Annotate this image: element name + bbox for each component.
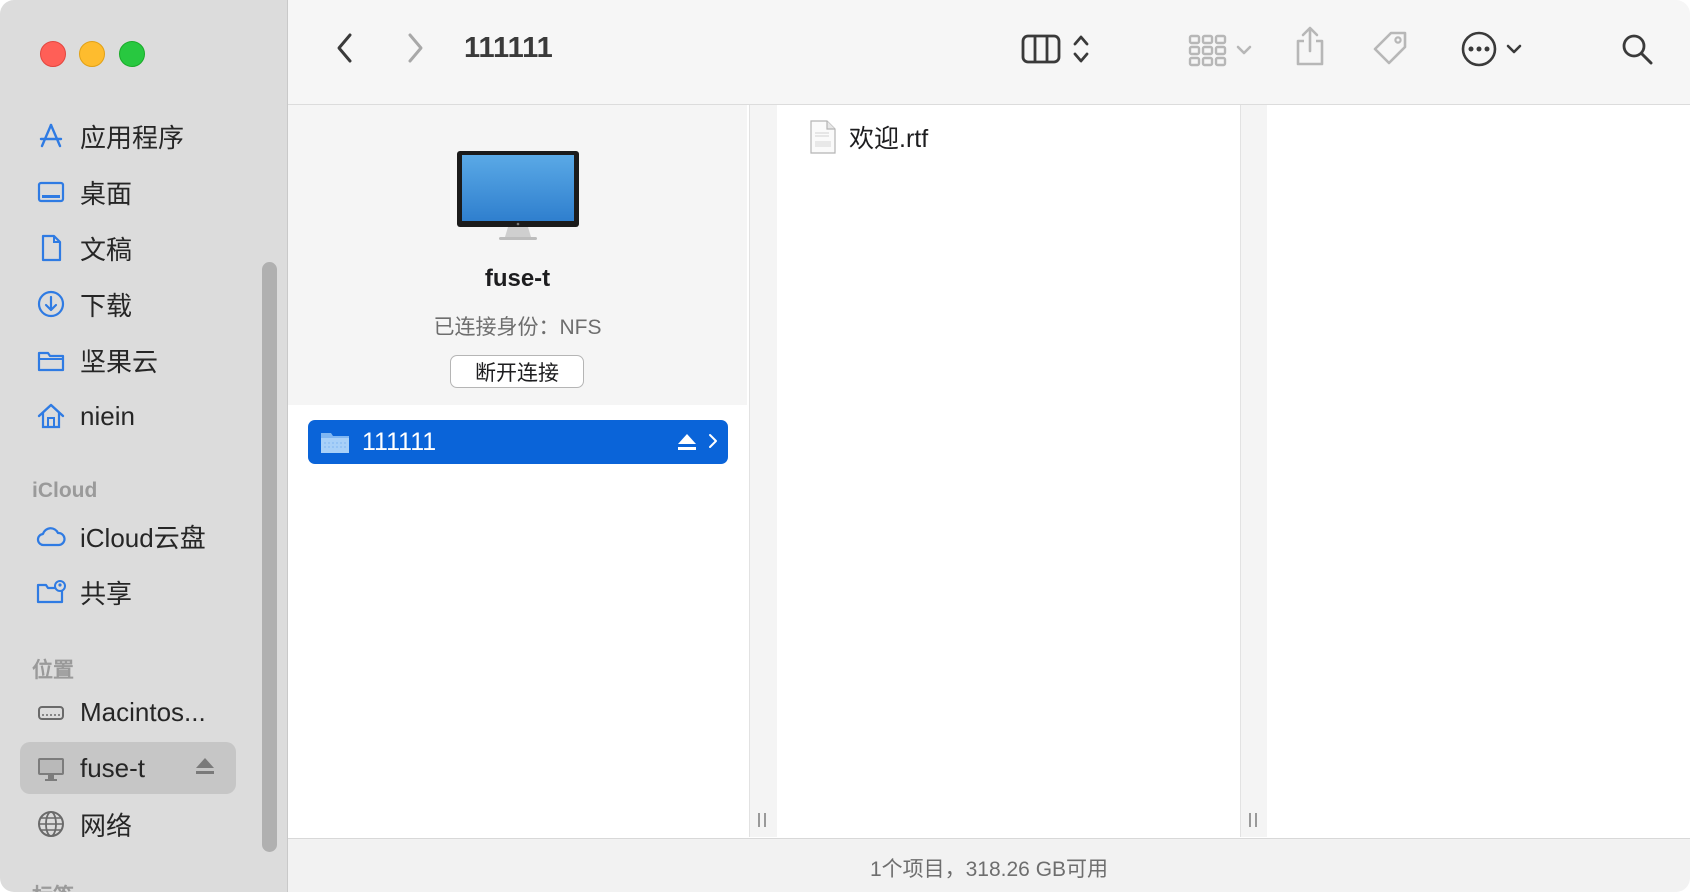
forward-button[interactable] — [400, 32, 430, 68]
sidebar-item-documents[interactable]: 文稿 — [20, 222, 236, 274]
chevron-down-icon — [1506, 42, 1522, 60]
minimize-window-button[interactable] — [79, 41, 105, 67]
sidebar-item-label: fuse-t — [80, 752, 146, 783]
sidebar-item-label: 桌面 — [80, 178, 133, 209]
tag-icon — [1371, 29, 1409, 72]
file-name: 欢迎.rtf — [849, 125, 929, 153]
sidebar: 应用程序 桌面 文稿 下载 坚果云 niein iCloud iCloud云盘 … — [0, 0, 288, 892]
sidebar-section-tags: 标签 — [32, 880, 74, 892]
chevron-right-icon — [404, 31, 426, 70]
folder-icon — [34, 343, 68, 377]
sidebar-item-icloud-drive[interactable]: iCloud云盘 — [20, 510, 236, 562]
sidebar-item-downloads[interactable]: 下载 — [20, 278, 236, 330]
documents-icon — [34, 231, 68, 265]
sidebar-item-label: 坚果云 — [80, 346, 159, 377]
sidebar-item-desktop[interactable]: 桌面 — [20, 166, 236, 218]
sidebar-section-locations: 位置 — [32, 659, 74, 682]
list-item-label: 111111 — [362, 427, 437, 456]
sidebar-item-home[interactable]: niein — [20, 390, 236, 442]
list-item-selected-volume[interactable]: 111111 — [308, 420, 728, 464]
icloud-icon — [34, 519, 68, 553]
applications-icon — [34, 119, 68, 153]
rtf-document-icon — [809, 120, 837, 154]
sidebar-item-shared[interactable]: 共享 — [20, 566, 236, 618]
share-icon — [1294, 25, 1326, 72]
chevron-right-icon — [708, 433, 718, 449]
sidebar-item-label: 网络 — [80, 810, 133, 841]
device-info-panel: fuse-t 已连接身份：NFS 断开连接 — [288, 105, 747, 405]
list-item-file[interactable]: 欢迎.rtf — [809, 119, 928, 155]
sidebar-item-macintosh-hd[interactable]: Macintos... — [20, 686, 236, 738]
tag-button[interactable] — [1370, 30, 1410, 70]
downloads-icon — [34, 287, 68, 321]
disconnect-button[interactable]: 断开连接 — [450, 355, 584, 388]
sidebar-scrollbar[interactable] — [262, 262, 277, 852]
network-icon — [34, 807, 68, 841]
sidebar-item-label: 文稿 — [80, 234, 133, 265]
display-icon — [34, 751, 68, 785]
network-folder-icon — [320, 429, 350, 455]
column-2: 欢迎.rtf — [777, 105, 1240, 837]
column-1: fuse-t 已连接身份：NFS 断开连接 111111 — [288, 105, 748, 837]
close-window-button[interactable] — [40, 41, 66, 67]
device-name: fuse-t — [484, 265, 551, 292]
resize-grip-icon — [1249, 813, 1259, 827]
column-resize-handle[interactable] — [749, 105, 779, 837]
column-resize-handle[interactable] — [1240, 105, 1270, 837]
sidebar-item-fuse-t[interactable]: fuse-t — [20, 742, 236, 794]
zoom-window-button[interactable] — [119, 41, 145, 67]
sidebar-section-icloud: iCloud — [32, 479, 98, 502]
more-actions-button[interactable] — [1456, 30, 1526, 72]
window-title: 111111 — [464, 32, 553, 64]
eject-icon[interactable] — [194, 756, 216, 781]
column-view-icon — [1020, 32, 1062, 71]
resize-grip-icon — [758, 813, 768, 827]
view-mode-button[interactable] — [1010, 30, 1100, 72]
sidebar-item-network[interactable]: 网络 — [20, 798, 236, 850]
sidebar-item-label: 共享 — [80, 578, 133, 609]
sidebar-item-label: 下载 — [80, 290, 133, 321]
search-icon — [1620, 32, 1654, 71]
desktop-icon — [34, 175, 68, 209]
status-text: 1个项目，318.26 GB可用 — [869, 858, 1109, 881]
home-icon — [34, 399, 68, 433]
group-button[interactable] — [1181, 32, 1259, 72]
up-down-chevron-icon — [1072, 32, 1090, 71]
sidebar-item-jianguoyun[interactable]: 坚果云 — [20, 334, 236, 386]
ellipsis-circle-icon — [1460, 30, 1498, 73]
search-button[interactable] — [1618, 32, 1656, 70]
sidebar-item-label: niein — [80, 400, 135, 431]
shared-folder-icon — [34, 575, 68, 609]
hard-drive-icon — [34, 695, 68, 729]
chevron-down-icon — [1236, 43, 1252, 61]
imac-display-icon — [455, 151, 581, 252]
sidebar-item-label: Macintos... — [80, 696, 206, 727]
back-button[interactable] — [330, 32, 360, 68]
sidebar-item-label: 应用程序 — [80, 122, 185, 153]
status-bar: 1个项目，318.26 GB可用 — [288, 838, 1690, 892]
group-grid-icon — [1188, 33, 1228, 72]
toolbar: 111111 — [288, 0, 1690, 105]
share-button[interactable] — [1292, 26, 1328, 70]
sidebar-item-label: iCloud云盘 — [80, 522, 206, 553]
column-3 — [1267, 105, 1690, 837]
finder-window: 应用程序 桌面 文稿 下载 坚果云 niein iCloud iCloud云盘 … — [0, 0, 1690, 892]
connection-status: 已连接身份：NFS — [433, 316, 602, 339]
chevron-left-icon — [334, 31, 356, 70]
sidebar-item-applications[interactable]: 应用程序 — [20, 110, 236, 162]
eject-icon[interactable] — [676, 432, 698, 452]
